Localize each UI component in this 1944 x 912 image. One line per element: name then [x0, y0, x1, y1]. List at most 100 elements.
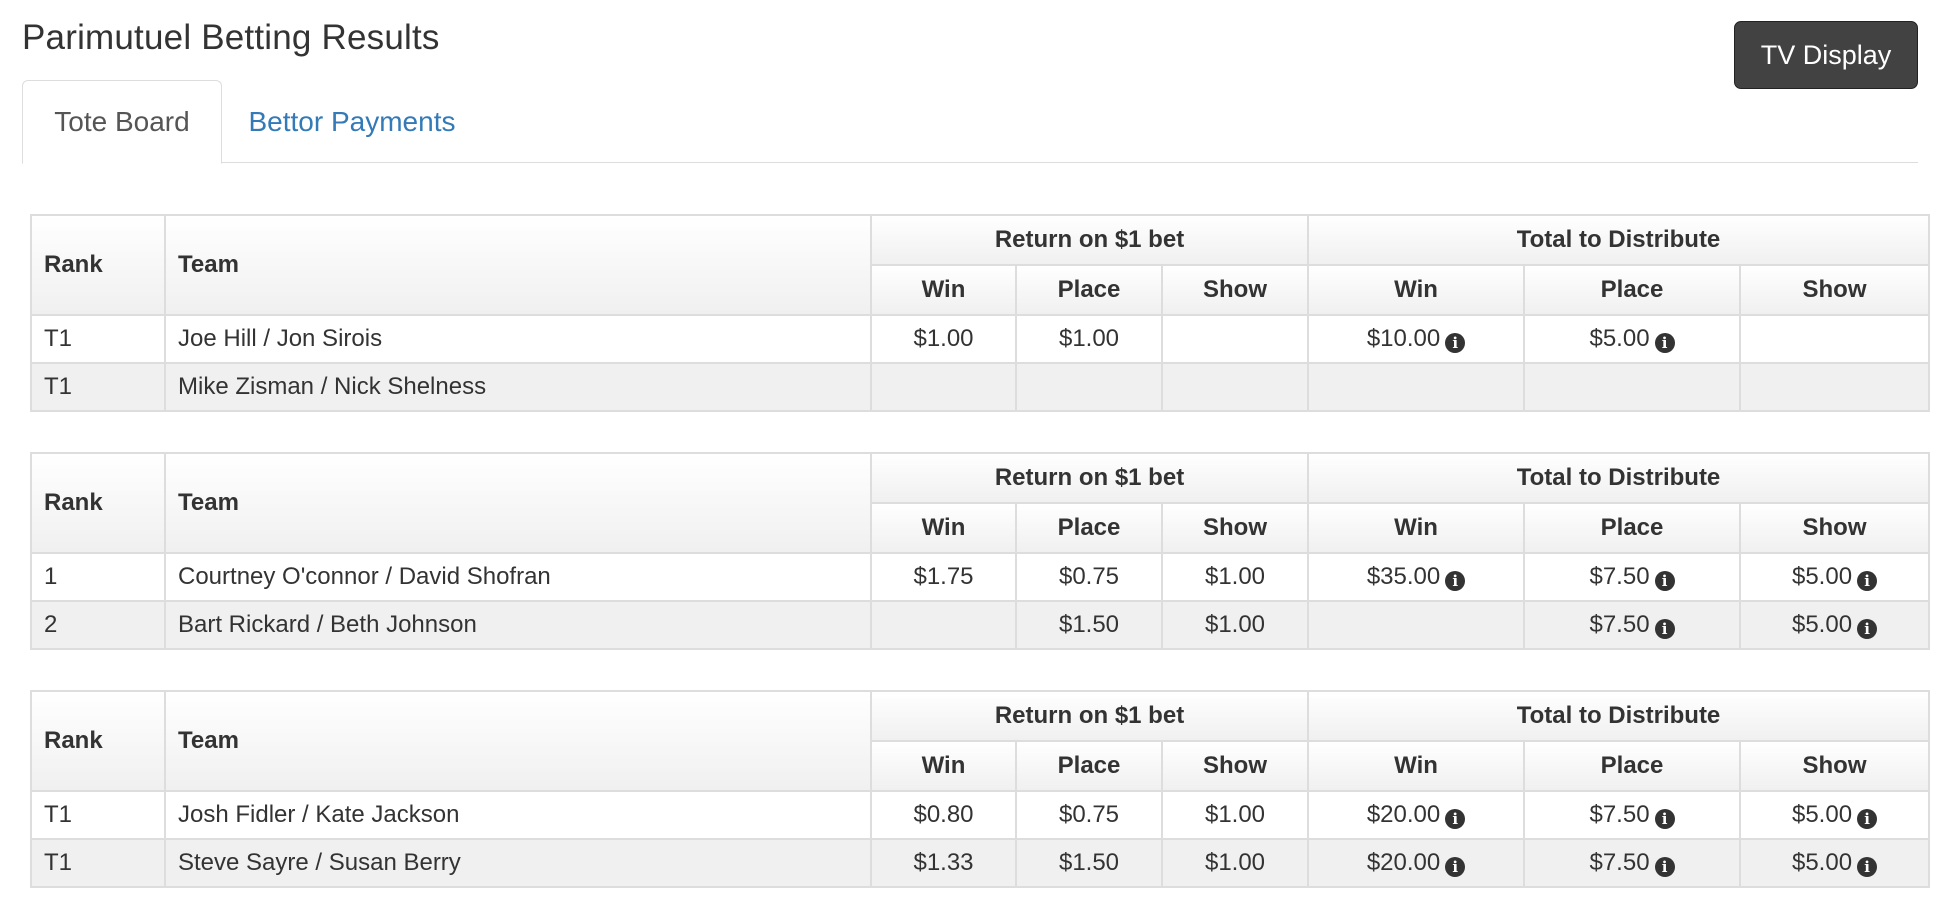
return-place-header: Place	[1015, 740, 1163, 792]
return-place-cell: $1.50	[1015, 600, 1163, 650]
table-row: T1 Steve Sayre / Susan Berry $1.33 $1.50 $1.…	[30, 838, 1931, 888]
total-win-cell: $20.00 i	[1307, 790, 1526, 840]
info-icon[interactable]: i	[1654, 857, 1675, 877]
return-place-cell: $1.50	[1015, 838, 1163, 888]
rank-header: Rank	[30, 690, 166, 792]
return-place-cell	[1015, 362, 1163, 412]
total-place-cell: $7.50 i	[1523, 552, 1742, 602]
return-group-header: Return on $1 bet	[869, 452, 1310, 504]
return-win-cell	[870, 600, 1017, 650]
rank-header: Rank	[30, 214, 166, 316]
table-row: T1 Mike Zisman / Nick Shelness	[30, 362, 1931, 412]
return-win-header: Win	[870, 502, 1017, 554]
total-value: $7.50	[1589, 563, 1650, 590]
table-row: T1 Josh Fidler / Kate Jackson $0.80 $0.75 $1…	[30, 790, 1931, 840]
total-show-cell: $5.00 i	[1739, 838, 1931, 888]
info-icon[interactable]: i	[1857, 809, 1878, 829]
total-value: $7.50	[1589, 801, 1650, 828]
total-place-cell: $7.50 i	[1523, 838, 1742, 888]
rank-cell: T1	[30, 314, 166, 364]
total-place-header: Place	[1523, 264, 1742, 316]
total-show-cell: $5.00 i	[1739, 552, 1931, 602]
total-value: $7.50	[1589, 611, 1650, 638]
table-row: 1 Courtney O'connor / David Shofran $1.75 $…	[30, 552, 1931, 602]
total-win-cell: $20.00 i	[1307, 838, 1526, 888]
return-group-header: Return on $1 bet	[869, 690, 1310, 742]
total-place-cell: $7.50 i	[1523, 600, 1742, 650]
total-group-header: Total to Distribute	[1307, 452, 1931, 504]
info-icon[interactable]: i	[1857, 857, 1878, 877]
total-show-header: Show	[1739, 740, 1931, 792]
info-icon[interactable]: i	[1857, 619, 1878, 639]
team-header: Team	[164, 452, 872, 554]
team-cell: Steve Sayre / Susan Berry	[164, 838, 872, 888]
return-win-cell: $1.33	[870, 838, 1017, 888]
return-show-cell: $1.00	[1160, 790, 1310, 840]
total-win-cell	[1307, 362, 1526, 412]
total-place-cell: $5.00 i	[1523, 314, 1742, 364]
rank-cell: T1	[30, 838, 166, 888]
return-win-cell: $0.80	[870, 790, 1017, 840]
rank-cell: T1	[30, 362, 166, 412]
info-icon[interactable]: i	[1445, 333, 1466, 353]
total-value: $7.50	[1589, 849, 1650, 876]
total-win-header: Win	[1307, 502, 1526, 554]
total-place-cell: $7.50 i	[1523, 790, 1742, 840]
return-place-header: Place	[1015, 502, 1163, 554]
total-value: $5.00	[1791, 801, 1853, 828]
rank-cell: 1	[30, 552, 166, 602]
total-place-header: Place	[1523, 740, 1742, 792]
total-show-cell	[1739, 314, 1931, 364]
return-win-header: Win	[870, 264, 1017, 316]
team-cell: Josh Fidler / Kate Jackson	[164, 790, 872, 840]
total-value: $5.00	[1791, 849, 1853, 876]
total-show-header: Show	[1739, 264, 1931, 316]
total-group-header: Total to Distribute	[1307, 690, 1931, 742]
info-icon[interactable]: i	[1654, 809, 1675, 829]
total-place-cell	[1523, 362, 1742, 412]
tab-bar: Tote Board Bettor Payments	[22, 80, 1918, 164]
info-icon[interactable]: i	[1654, 619, 1675, 639]
tote-table: Rank Team Return on $1 bet Total to Distrib…	[30, 452, 1931, 650]
total-win-cell: $10.00 i	[1307, 314, 1526, 364]
total-value: $35.00	[1366, 563, 1441, 590]
total-win-header: Win	[1307, 264, 1526, 316]
return-show-header: Show	[1160, 502, 1310, 554]
info-icon[interactable]: i	[1445, 809, 1466, 829]
info-icon[interactable]: i	[1445, 571, 1466, 591]
team-cell: Mike Zisman / Nick Shelness	[164, 362, 872, 412]
tote-table: Rank Team Return on $1 bet Total to Distrib…	[30, 690, 1931, 888]
total-value: $5.00	[1589, 325, 1650, 352]
return-show-cell: $1.00	[1160, 600, 1310, 650]
table-row: 2 Bart Rickard / Beth Johnson $1.50 $1.00 $7…	[30, 600, 1931, 650]
rank-cell: T1	[30, 790, 166, 840]
table-row: T1 Joe Hill / Jon Sirois $1.00 $1.00 $10.00 i…	[30, 314, 1931, 364]
tab-tote-board[interactable]: Tote Board	[22, 80, 222, 164]
total-value: $5.00	[1791, 563, 1853, 590]
total-value: $5.00	[1791, 611, 1853, 638]
rank-header: Rank	[30, 452, 166, 554]
info-icon[interactable]: i	[1857, 571, 1878, 591]
return-show-header: Show	[1160, 264, 1310, 316]
return-win-cell: $1.00	[870, 314, 1017, 364]
return-place-cell: $1.00	[1015, 314, 1163, 364]
info-icon[interactable]: i	[1445, 857, 1466, 877]
info-icon[interactable]: i	[1654, 571, 1675, 591]
total-win-cell: $35.00 i	[1307, 552, 1526, 602]
page-title: Parimutuel Betting Results	[22, 18, 440, 57]
tab-bettor-payments[interactable]: Bettor Payments	[234, 80, 470, 164]
return-show-header: Show	[1160, 740, 1310, 792]
total-show-cell	[1739, 362, 1931, 412]
total-show-cell: $5.00 i	[1739, 600, 1931, 650]
team-cell: Courtney O'connor / David Shofran	[164, 552, 872, 602]
team-header: Team	[164, 214, 872, 316]
return-place-header: Place	[1015, 264, 1163, 316]
return-show-cell: $1.00	[1160, 552, 1310, 602]
total-place-header: Place	[1523, 502, 1742, 554]
return-win-header: Win	[870, 740, 1017, 792]
tv-display-button[interactable]: TV Display	[1734, 21, 1918, 89]
return-win-cell	[870, 362, 1017, 412]
total-value: $20.00	[1366, 801, 1441, 828]
info-icon[interactable]: i	[1654, 333, 1675, 353]
total-value: $10.00	[1366, 325, 1441, 352]
